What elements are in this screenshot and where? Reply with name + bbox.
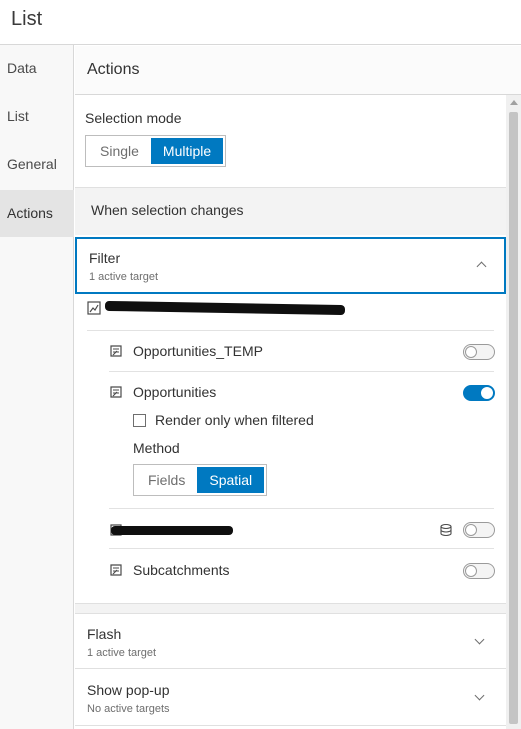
when-selection-changes-label: When selection changes [91, 202, 244, 218]
nav-item-actions[interactable]: Actions [0, 190, 74, 237]
layer-name-subcatchments: Subcatchments [133, 562, 230, 578]
row-divider [87, 330, 494, 331]
database-icon [440, 523, 452, 537]
settings-nav: Data List General Actions [0, 45, 74, 729]
layer-toggle-redacted[interactable] [463, 522, 495, 538]
selection-mode-single[interactable]: Single [88, 138, 151, 164]
filter-accordion-body: Opportunities_TEMP Opportunities Render … [75, 294, 506, 604]
scroll-up-arrow-icon[interactable] [510, 100, 518, 105]
nav-item-list[interactable]: List [0, 93, 74, 140]
redacted-layer-name [111, 526, 233, 535]
chevron-up-icon [476, 261, 487, 272]
when-selection-changes-section: When selection changes [75, 187, 506, 235]
toggle-knob [481, 387, 493, 399]
method-spatial[interactable]: Spatial [197, 467, 265, 493]
selection-mode-multiple[interactable]: Multiple [150, 138, 224, 164]
toggle-knob [465, 346, 477, 358]
layer-icon [110, 564, 122, 576]
method-label: Method [133, 440, 180, 456]
toggle-knob [465, 565, 477, 577]
scrollbar-thumb[interactable] [509, 112, 518, 724]
render-only-when-filtered-checkbox[interactable] [133, 414, 146, 427]
filter-title: Filter [89, 250, 121, 266]
filter-subtitle: 1 active target [89, 271, 159, 283]
actions-content: Selection mode Single Multiple When sele… [75, 95, 521, 729]
method-toggle: Fields Spatial [133, 464, 268, 496]
window-title: List [11, 8, 43, 30]
method-fields[interactable]: Fields [136, 467, 197, 493]
panel-title: Actions [87, 61, 140, 78]
vertical-scrollbar[interactable] [506, 95, 521, 729]
layer-name-opportunities: Opportunities [133, 384, 217, 400]
layer-icon [110, 386, 122, 398]
layer-icon [110, 345, 122, 357]
show-popup-title: Show pop-up [87, 682, 170, 698]
row-divider [109, 548, 494, 549]
layer-name-opportunities-temp: Opportunities_TEMP [133, 343, 263, 359]
chevron-down-icon [474, 634, 485, 645]
show-popup-subtitle: No active targets [87, 703, 170, 715]
show-popup-accordion-header[interactable]: Show pop-up No active targets [75, 670, 506, 726]
layer-toggle-opportunities[interactable] [463, 385, 495, 401]
map-source-icon [87, 301, 101, 315]
layer-toggle-opportunities-temp[interactable] [463, 344, 495, 360]
flash-subtitle: 1 active target [87, 647, 157, 659]
toggle-knob [465, 524, 477, 536]
title-bar: List [0, 0, 521, 45]
nav-item-general[interactable]: General [0, 141, 74, 188]
filter-accordion-header[interactable]: Filter 1 active target [75, 237, 506, 294]
chevron-down-icon [474, 690, 485, 701]
panel-header: Actions [75, 46, 521, 95]
flash-title: Flash [87, 626, 122, 642]
row-divider [109, 508, 494, 509]
redacted-source-name [104, 300, 346, 316]
layer-toggle-subcatchments[interactable] [463, 563, 495, 579]
row-divider [109, 371, 494, 372]
nav-item-data[interactable]: Data [0, 45, 74, 92]
section-gap [75, 604, 506, 613]
render-only-when-filtered-label: Render only when filtered [155, 412, 314, 428]
flash-accordion-header[interactable]: Flash 1 active target [75, 613, 506, 669]
selection-mode-label: Selection mode [85, 110, 182, 126]
selection-mode-toggle: Single Multiple [85, 135, 227, 167]
